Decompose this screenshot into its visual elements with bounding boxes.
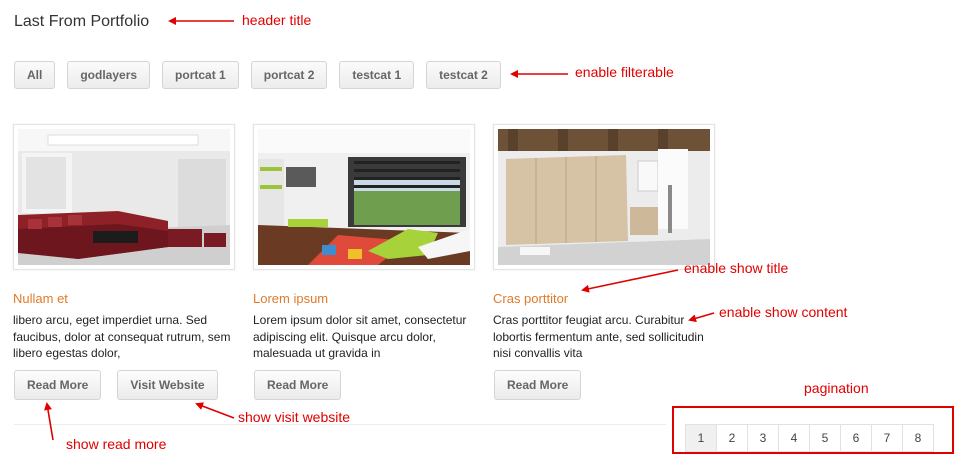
arrow-enable-show-content	[688, 312, 715, 323]
arrow-show-visit-website	[195, 402, 235, 419]
arrow-show-read-more	[44, 402, 54, 441]
arrow-enable-show-title	[581, 269, 679, 293]
annotation-arrows	[44, 17, 715, 441]
